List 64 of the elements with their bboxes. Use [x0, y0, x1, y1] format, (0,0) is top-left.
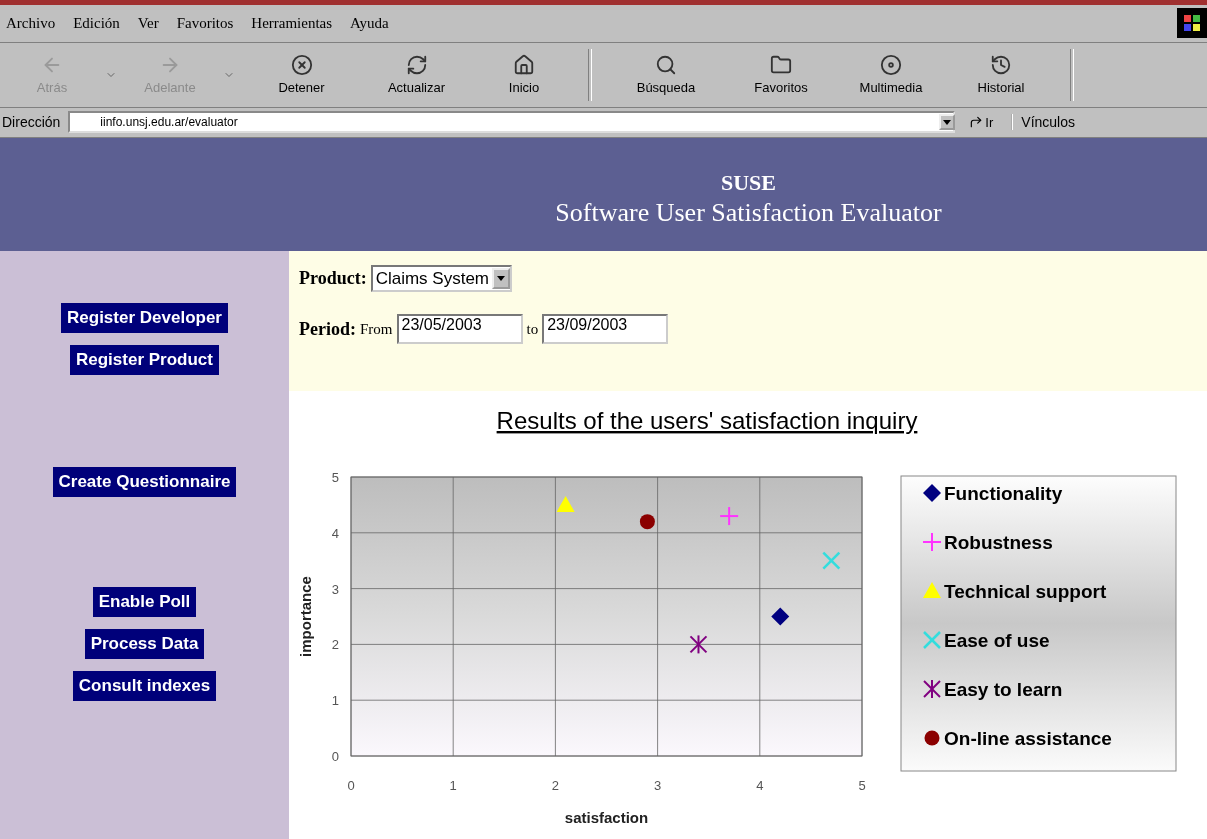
legend-label: Ease of use [944, 630, 1050, 651]
windows-logo-icon [1177, 8, 1207, 39]
x-tick-label: 3 [654, 778, 662, 793]
to-label: to [526, 320, 539, 338]
dropdown-button[interactable] [939, 114, 956, 131]
product-select[interactable]: Claims System [370, 265, 513, 292]
x-tick-label: 1 [449, 778, 457, 793]
caret-icon [943, 119, 952, 125]
chart-title: Results of the users' satisfaction inquiry [496, 407, 918, 434]
links-button[interactable]: Vínculos [1011, 114, 1075, 131]
search-icon [655, 54, 677, 77]
menu-item[interactable]: Edición [73, 14, 120, 32]
x-tick-label: 4 [756, 778, 764, 793]
toolbar-button[interactable]: Multimedia [836, 42, 946, 107]
to-date-field[interactable]: 23/09/2003 [542, 314, 669, 344]
address-field[interactable]: iinfo.unsj.edu.ar/evaluator [68, 111, 956, 134]
y-axis-label: importance [297, 576, 314, 657]
sidebar-button[interactable]: Process Data [84, 629, 205, 659]
disc-icon [880, 54, 902, 77]
sidebar-button[interactable]: Create Questionnaire [52, 467, 237, 497]
menu-item[interactable]: Favoritos [176, 14, 234, 32]
toolbar-button[interactable]: Historial [946, 42, 1056, 107]
history-icon [990, 54, 1012, 77]
y-tick-label: 4 [331, 525, 339, 541]
menu-item[interactable]: Archivo [6, 14, 56, 32]
home-icon [513, 54, 535, 77]
sidebar-button[interactable]: Consult indexes [72, 671, 217, 701]
y-tick-label: 5 [331, 470, 339, 485]
x-tick-label: 2 [551, 778, 559, 793]
sidebar-button[interactable]: Register Developer [61, 303, 228, 333]
period-label: Period: [299, 318, 356, 340]
go-button[interactable]: Ir [963, 114, 1004, 130]
x-axis-label: satisfaction [564, 809, 649, 826]
caret-icon [497, 276, 506, 281]
stop-icon [290, 54, 313, 77]
toolbar-button[interactable]: Favoritos [726, 42, 836, 107]
address-label: Dirección [2, 114, 61, 131]
toolbar-button[interactable]: Búsqueda [606, 42, 726, 107]
product-label: Product: [299, 268, 367, 289]
sidebar-button[interactable]: Register Product [70, 345, 219, 375]
legend-label: Technical support [944, 581, 1107, 602]
legend-label: Functionality [944, 483, 1063, 504]
from-label: From [360, 320, 393, 338]
menu-item[interactable]: Ver [137, 14, 159, 32]
y-tick-label: 2 [331, 637, 339, 653]
legend-label: Robustness [944, 532, 1053, 553]
toolbar-button[interactable]: Inicio [474, 42, 574, 107]
refresh-icon [405, 54, 428, 77]
menu-item[interactable]: Herramientas [251, 14, 333, 32]
app-title: SUSE [720, 170, 776, 197]
y-tick-label: 0 [331, 749, 339, 764]
x-tick-label: 5 [858, 778, 866, 793]
toolbar-button[interactable]: Detener [244, 42, 359, 107]
go-arrow-icon [969, 115, 984, 130]
legend-label: Easy to learn [944, 679, 1063, 700]
app-subtitle: Software User Satisfaction Evaluator [555, 198, 942, 229]
y-tick-label: 1 [331, 693, 339, 709]
sidebar-button[interactable]: Enable Poll [92, 587, 197, 617]
toolbar-button[interactable]: Actualizar [359, 42, 474, 107]
legend-label: On-line assistance [944, 728, 1112, 749]
from-date-field[interactable]: 23/05/2003 [396, 314, 523, 344]
menu-item[interactable]: Ayuda [350, 14, 389, 32]
y-tick-label: 3 [331, 581, 339, 597]
x-tick-label: 0 [347, 778, 355, 793]
